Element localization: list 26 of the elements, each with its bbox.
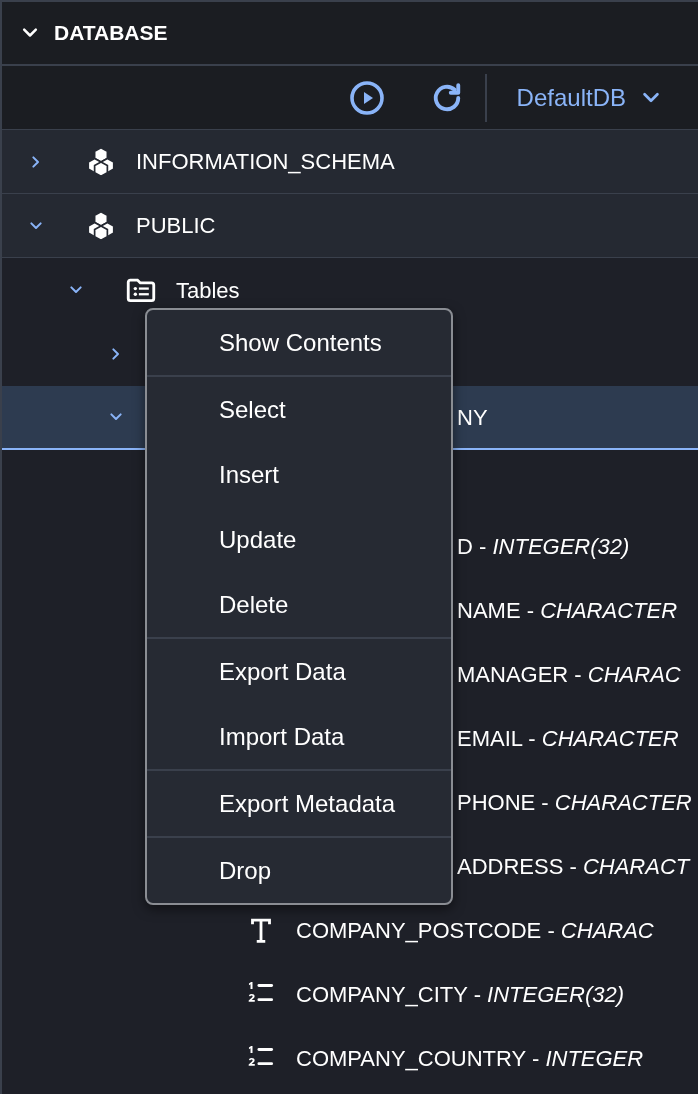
tree-label: COMPANY_CITY - INTEGER(32)	[296, 980, 625, 1009]
tree-label: PUBLIC	[136, 212, 216, 240]
menu-item[interactable]: Update	[147, 507, 451, 572]
tree-label: D - INTEGER(32)	[457, 532, 630, 561]
menu-item[interactable]: Export Data	[147, 639, 451, 704]
menu-item[interactable]: Delete	[147, 572, 451, 637]
tree-label: INFORMATION_SCHEMA	[136, 148, 395, 176]
menu-item[interactable]: Select	[147, 377, 451, 442]
tree-label: MANAGER - CHARAC	[457, 660, 681, 689]
tree-label: COMPANY_POSTCODE - CHARAC	[296, 916, 654, 945]
database-dropdown[interactable]: DefaultDB	[516, 79, 662, 116]
menu-item[interactable]: Insert	[147, 442, 451, 507]
run-button[interactable]	[348, 79, 385, 116]
tree-label: NY	[457, 403, 488, 432]
menu-item[interactable]: Show Contents	[147, 310, 451, 375]
panel-title: DATABASE	[54, 20, 168, 47]
tree-label: EMAIL - CHARACTER	[457, 724, 679, 753]
menu-item[interactable]: Drop	[147, 838, 451, 903]
tree-label: NAME - CHARACTER	[457, 596, 678, 625]
menu-item[interactable]: Import Data	[147, 704, 451, 769]
tree-label: Tables	[176, 276, 240, 305]
play-icon	[348, 79, 385, 116]
tree-label: COMPANY_COUNTRY - INTEGER	[296, 1044, 644, 1073]
menu-item[interactable]: Export Metadata	[147, 771, 451, 836]
tree-label: ADDRESS - CHARACT	[457, 852, 690, 881]
tree-label: PHONE - CHARACTER	[457, 788, 692, 817]
